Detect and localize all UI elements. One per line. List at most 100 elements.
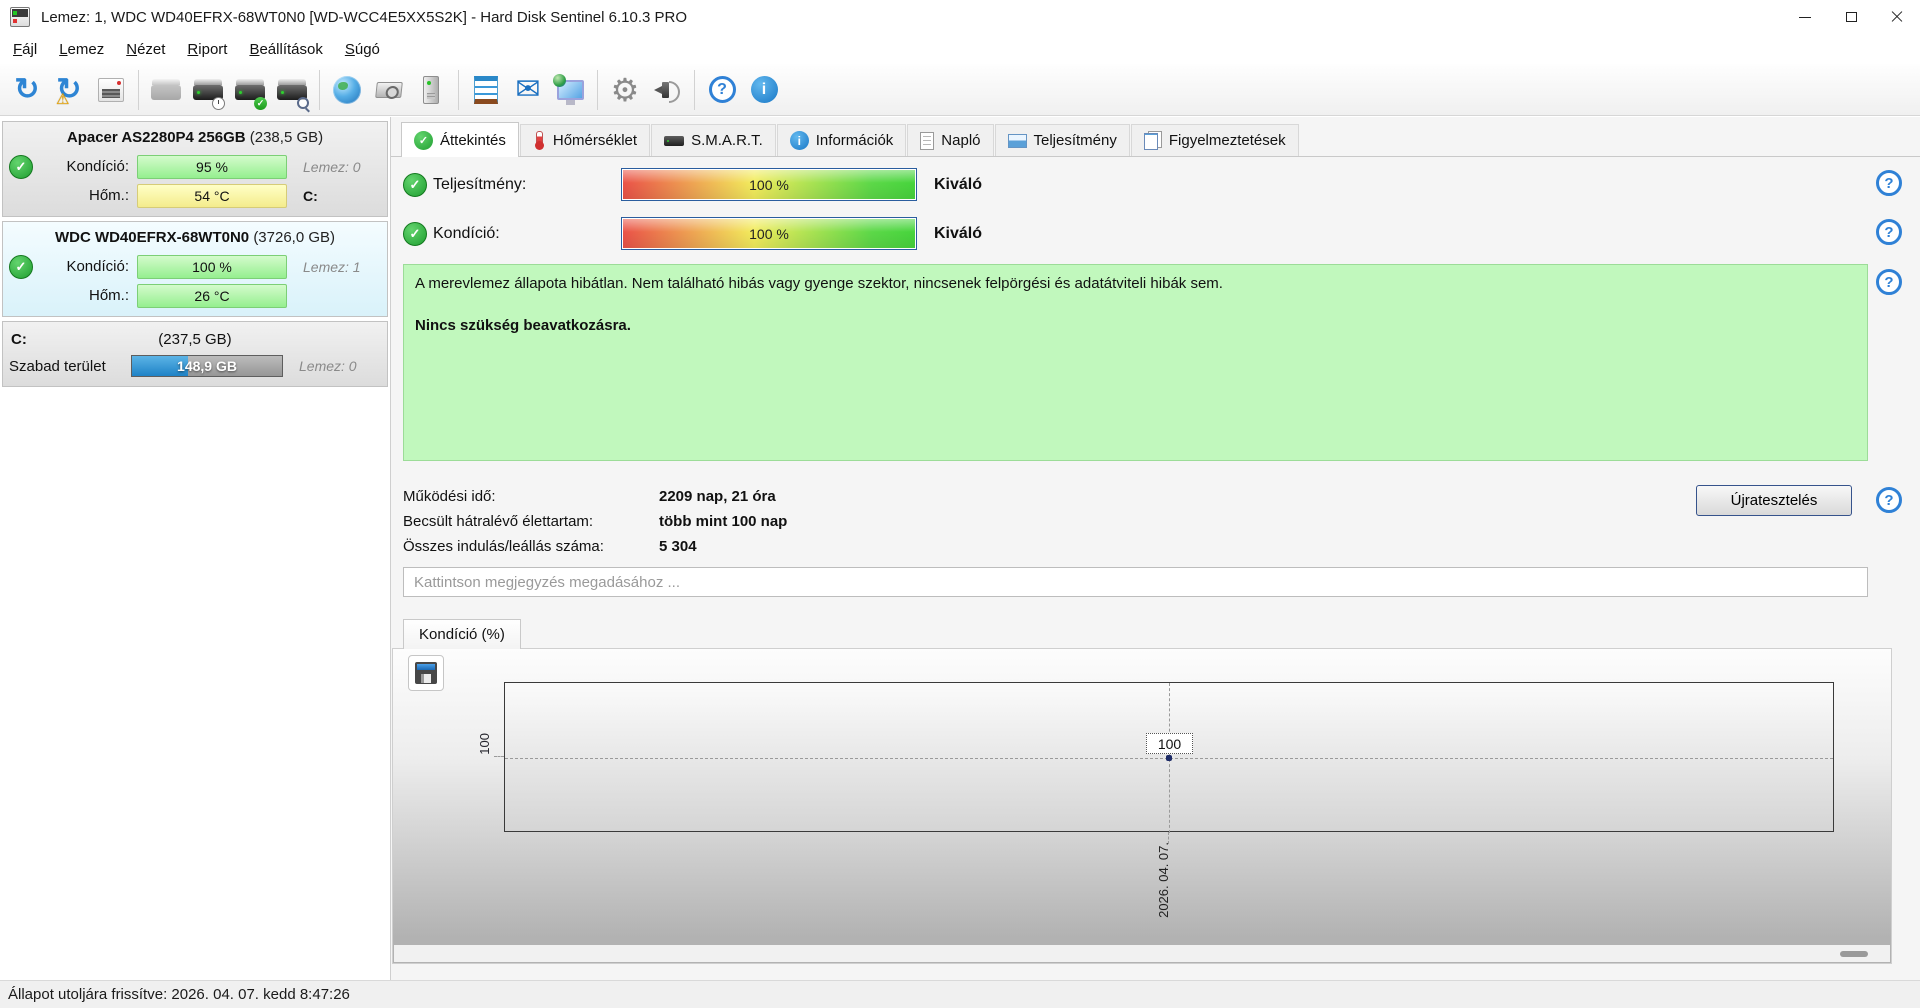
free-space-bar: 148,9 GB [131,355,283,377]
menu-settings[interactable]: Beállítások [238,37,333,62]
disk-title: WDC WD40EFRX-68WT0N0 (3726,0 GB) [9,226,381,252]
disk-test-button[interactable] [229,68,271,112]
ok-icon [403,172,427,197]
tab-alerts[interactable]: Figyelmeztetések [1130,124,1299,156]
notes-button[interactable] [465,68,507,112]
refresh-button[interactable]: ↻ [6,68,48,112]
partition-name: C: [11,330,27,348]
maximize-icon [1845,12,1857,22]
network-status-button[interactable] [326,68,368,112]
computer-button[interactable] [410,68,452,112]
disk-icon [664,135,685,146]
tab-label: S.M.A.R.T. [691,132,763,149]
status-help-icon[interactable] [1876,269,1902,295]
disk-size: (3726,0 GB) [253,229,336,246]
tab-temperature[interactable]: Hőmérséklet [519,124,651,156]
menu-view[interactable]: Nézet [115,37,176,62]
disk-title: Apacer AS2280P4 256GB (238,5 GB) [9,126,381,152]
warning-icon: ⚠ [56,90,70,108]
temperature-meter: 26 °C [137,283,287,308]
minimize-icon [1799,16,1811,18]
temperature-meter: 54 °C [137,183,287,208]
toolbar-separator [597,69,598,110]
drive-letter-label: C: [303,187,318,204]
chart-tab-condition[interactable]: Kondíció (%) [403,619,521,649]
network-globe-icon [333,75,361,104]
tab-performance[interactable]: Teljesítmény [994,124,1130,156]
check-badge-icon [254,96,267,110]
refresh-icon: ↻ [14,72,40,106]
data-point-label: 100 [1146,733,1193,754]
performance-label: Teljesítmény: [433,175,527,193]
stat-label: Összes indulás/leállás száma: [403,538,604,555]
retest-help-icon[interactable] [1876,487,1902,513]
menu-help[interactable]: Súgó [334,37,391,62]
stat-value: több mint 100 nap [659,513,788,530]
tab-information[interactable]: Információk [776,124,907,156]
health-action-text: Nincs szükség beavatkozásra. [415,317,631,335]
condition-label: Kondíció: [66,258,129,275]
tab-overview[interactable]: Áttekintés [401,122,519,157]
info-button[interactable] [743,68,785,112]
sound-speaker-icon [652,76,682,104]
document-icon [920,131,935,150]
stat-row: Összes indulás/leállás száma: 5 304 [403,534,787,559]
menu-file[interactable]: Fájl [2,37,48,62]
minimize-button[interactable] [1782,0,1828,34]
menu-disk[interactable]: Lemez [48,37,115,62]
toolbar-separator [319,69,320,110]
mail-icon: ✉ [515,72,541,106]
chart-scrollbar[interactable] [394,945,1890,962]
send-mail-button[interactable]: ✉ [507,68,549,112]
close-button[interactable] [1874,0,1920,34]
info-icon [750,76,778,103]
web-update-button[interactable] [549,68,591,112]
retest-button[interactable]: Újratesztelés [1696,485,1852,516]
condition-label: Kondíció: [66,158,129,175]
settings-button[interactable]: ⚙ [604,68,646,112]
condition-meter: 100 % [137,254,287,279]
free-space-label: Szabad terület [9,357,106,375]
disk-surface-test-button[interactable] [271,68,313,112]
performance-help-icon[interactable] [1876,170,1902,196]
y-axis-tick [494,756,504,757]
stat-label: Működési idő: [403,488,496,505]
disk-panel-wdc[interactable]: WDC WD40EFRX-68WT0N0 (3726,0 GB) Kondíci… [2,221,388,317]
temperature-row: Hőm.: 26 °C [9,281,381,310]
disk-number-label: Lemez: 0 [303,158,361,175]
condition-help-icon[interactable] [1876,219,1902,245]
disk-disabled-icon [151,79,181,100]
sound-settings-button[interactable] [646,68,688,112]
snapshot-button[interactable] [368,68,410,112]
performance-rating: Kiváló [934,175,983,193]
hard-disk-sentinel-window: Lemez: 1, WDC WD40EFRX-68WT0N0 [WD-WCC4E… [0,0,1920,1008]
disk-name: Apacer AS2280P4 256GB [66,129,246,146]
x-axis-date-label: 2026. 04. 07. [1156,842,1171,918]
refresh-warning-button[interactable]: ↻ ⚠ [48,68,90,112]
disk-panel-apacer[interactable]: Apacer AS2280P4 256GB (238,5 GB) Kondíci… [2,121,388,217]
comment-input[interactable] [403,567,1868,597]
condition-row: Kondíció: 95 % Lemez: 0 [9,152,381,181]
performance-row: Teljesítmény: 100 % Kiváló [403,168,982,201]
condition-meter: 100 % [621,217,917,250]
stat-value: 2209 nap, 21 óra [659,488,776,505]
tab-log[interactable]: Napló [907,124,994,156]
menu-report[interactable]: Riport [176,37,238,62]
save-chart-button[interactable] [408,655,444,691]
partition-panel-c[interactable]: C: (237,5 GB) Szabad terület 148,9 GB Le… [2,321,388,387]
maximize-button[interactable] [1828,0,1874,34]
computer-tower-icon [423,75,439,104]
partition-size: (237,5 GB) [158,330,232,348]
chart-scrollbar-thumb[interactable] [1840,951,1868,957]
tab-label: Napló [941,132,981,149]
settings-gear-icon: ⚙ [610,71,640,108]
floppy-save-icon [415,662,437,684]
condition-label: Kondíció: [433,224,500,242]
tabbar: Áttekintés Hőmérséklet S.M.A.R.T. Inform… [391,117,1920,157]
help-button[interactable] [701,68,743,112]
tab-smart[interactable]: S.M.A.R.T. [651,124,776,156]
disk-schedule-button[interactable] [187,68,229,112]
stat-row: Működési idő: 2209 nap, 21 óra [403,484,787,509]
report-button[interactable] [90,68,132,112]
health-status-text: A merevlemez állapota hibátlan. Nem talá… [415,275,1223,292]
